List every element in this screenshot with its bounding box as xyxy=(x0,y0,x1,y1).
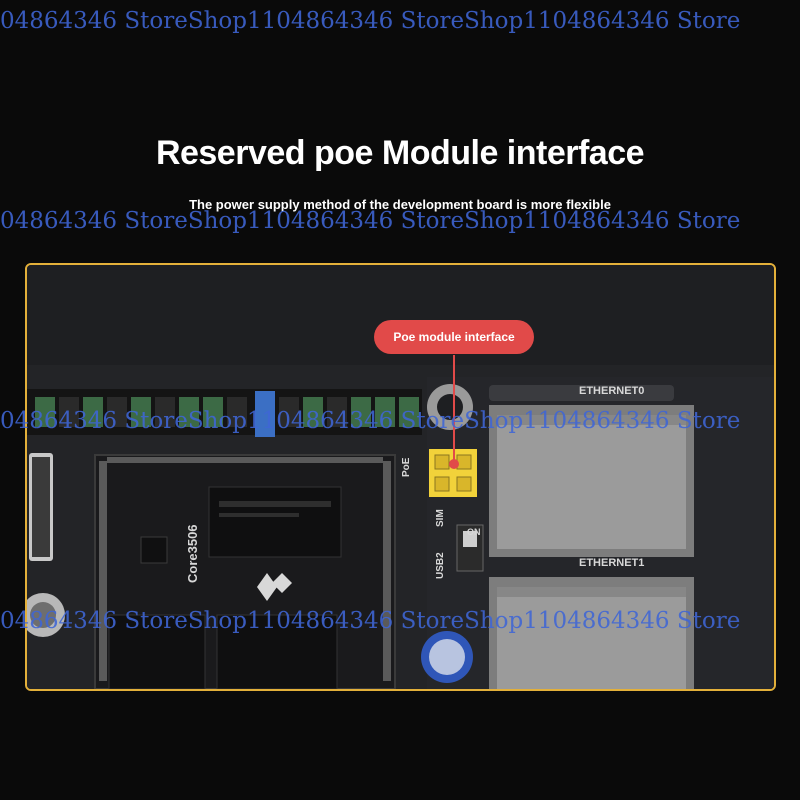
ethernet1-label: ETHERNET1 xyxy=(579,557,645,569)
product-image: 04864346 StoreShop1104864346 StoreShop11… xyxy=(0,0,800,800)
page-title: Reserved poe Module interface xyxy=(155,134,645,172)
core-label: Core3506 xyxy=(185,524,200,583)
poe-label: PoE xyxy=(401,457,412,477)
watermark-row: 04864346 StoreShop1104864346 StoreShop11… xyxy=(0,8,741,34)
ethernet0-label: ETHERNET0 xyxy=(579,385,645,397)
page-subtitle: The power supply method of the developme… xyxy=(189,197,611,212)
usb2-label: USB2 xyxy=(435,552,446,579)
sim-label: SIM xyxy=(435,509,446,527)
poe-callout: Poe module interface xyxy=(374,320,534,354)
on-label: ON xyxy=(467,527,481,537)
